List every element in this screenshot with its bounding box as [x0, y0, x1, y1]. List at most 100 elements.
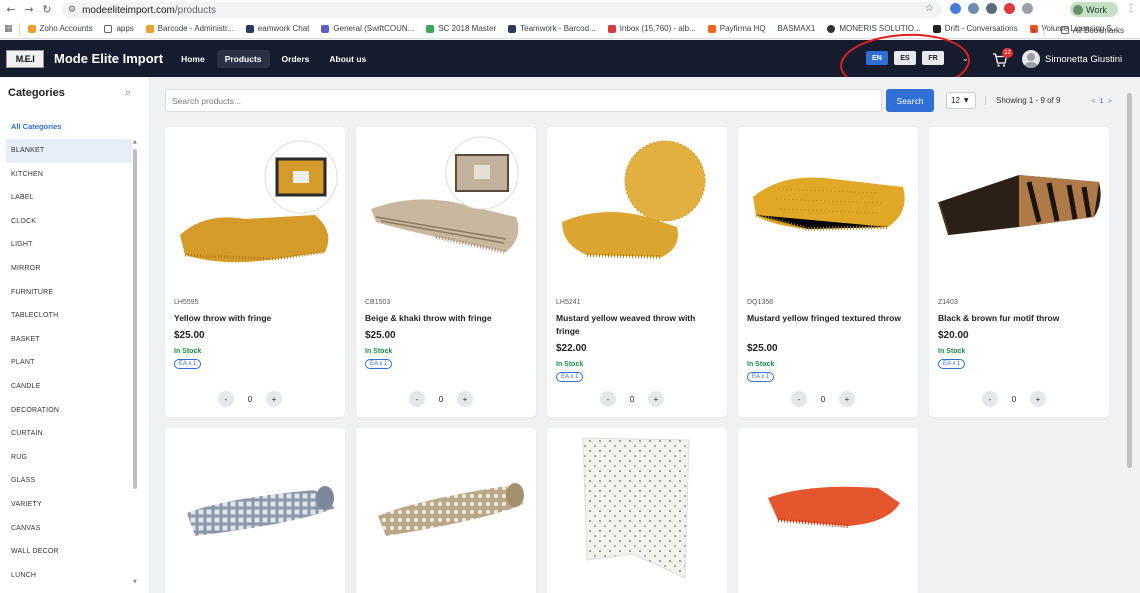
bookmark-item[interactable]: MONERIS SOLUTIO... [827, 24, 921, 33]
category-item-label[interactable]: LABEL [6, 186, 132, 210]
product-name[interactable]: Yellow throw with fringe [174, 312, 336, 325]
search-button[interactable]: Search [886, 89, 934, 112]
scroll-thumb[interactable] [133, 149, 137, 489]
scroll-up-icon[interactable]: ▲ [133, 139, 137, 145]
extension-icon[interactable] [1022, 3, 1033, 14]
address-bar[interactable]: ⚙ modeeliteimport.com/products ☆ [62, 2, 942, 18]
extension-icon[interactable] [1004, 3, 1015, 14]
decrement-button[interactable]: - [982, 391, 998, 407]
extension-icon[interactable] [968, 3, 979, 14]
extension-icon[interactable] [986, 3, 997, 14]
bookmark-item[interactable]: Zoho Accounts [27, 24, 92, 33]
category-item-basket[interactable]: BASKET [6, 328, 132, 352]
product-image[interactable] [356, 127, 536, 287]
main-scrollbar[interactable] [1127, 83, 1133, 589]
product-image[interactable] [356, 428, 536, 588]
category-item-glass[interactable]: GLASS [6, 469, 132, 493]
decrement-button[interactable]: - [600, 391, 616, 407]
product-card[interactable]: Z1403 Black & brown fur motif throw $20.… [929, 127, 1109, 417]
bookmark-star-icon[interactable]: ☆ [925, 3, 934, 14]
category-item-decoration[interactable]: DECORATION [6, 399, 132, 423]
category-item-tablecloth[interactable]: TABLECLOTH [6, 304, 132, 328]
bookmark-item[interactable]: Barcode - Administr... [145, 24, 234, 33]
prev-page-button[interactable]: < [1091, 96, 1095, 105]
bookmark-item[interactable]: Inbox (15,760) - alb... [607, 24, 696, 33]
lang-es-button[interactable]: ES [894, 51, 916, 65]
nav-about[interactable]: About us [321, 50, 374, 68]
product-image[interactable] [738, 127, 918, 287]
profile-button[interactable]: Work [1070, 2, 1118, 17]
per-page-select[interactable]: 12 ▼ [946, 92, 976, 109]
bookmark-item[interactable]: Drift - Conversations [932, 24, 1018, 33]
increment-button[interactable]: + [457, 391, 473, 407]
increment-button[interactable]: + [1030, 391, 1046, 407]
category-item-plant[interactable]: PLANT [6, 351, 132, 375]
increment-button[interactable]: + [839, 391, 855, 407]
product-card[interactable] [547, 428, 727, 593]
category-item-curtain[interactable]: CURTAIN [6, 422, 132, 446]
menu-kebab-icon[interactable]: ⋮ [1126, 3, 1136, 14]
lang-en-button[interactable]: EN [866, 51, 888, 65]
back-icon[interactable]: ← [4, 3, 18, 17]
product-name[interactable]: Beige & khaki throw with fringe [365, 312, 527, 325]
category-item-candle[interactable]: CANDLE [6, 375, 132, 399]
extension-icon[interactable] [950, 3, 961, 14]
decrement-button[interactable]: - [409, 391, 425, 407]
nav-orders[interactable]: Orders [274, 50, 318, 68]
increment-button[interactable]: + [648, 391, 664, 407]
bookmark-item[interactable]: SC 2018 Master [426, 24, 496, 33]
forward-icon[interactable]: → [22, 3, 36, 17]
nav-home[interactable]: Home [173, 50, 213, 68]
sidebar-scrollbar[interactable]: ▲ ▼ [133, 139, 138, 589]
bookmark-item[interactable]: General (SwiftCOUN... [321, 24, 414, 33]
bookmark-item[interactable]: BASMAX1 [778, 24, 816, 33]
product-card[interactable]: DQ1358 Mustard yellow fringed textured t… [738, 127, 918, 417]
category-item-variety[interactable]: VARIETY [6, 493, 132, 517]
bookmark-item[interactable]: apps [104, 24, 134, 33]
site-info-icon[interactable]: ⚙ [68, 5, 76, 15]
product-image[interactable] [165, 428, 345, 588]
lang-fr-button[interactable]: FR [922, 51, 944, 65]
product-card[interactable]: CB1503 Beige & khaki throw with fringe $… [356, 127, 536, 417]
scroll-thumb[interactable] [1127, 93, 1132, 468]
logo[interactable]: M.E.I [6, 49, 44, 68]
user-avatar[interactable] [1022, 50, 1040, 68]
bookmark-item[interactable]: eamwork Chat [245, 24, 309, 33]
category-item-mirror[interactable]: MIRROR [6, 257, 132, 281]
product-image[interactable] [929, 127, 1109, 287]
next-page-button[interactable]: > [1108, 96, 1112, 105]
category-item-blanket[interactable]: BLANKET [6, 139, 132, 163]
increment-button[interactable]: + [266, 391, 282, 407]
category-item-lunch[interactable]: LUNCH [6, 564, 132, 588]
product-image[interactable] [165, 127, 345, 287]
search-icon[interactable]: ⌕ [125, 86, 131, 100]
chevron-down-icon[interactable]: ⌄ [962, 54, 969, 63]
decrement-button[interactable]: - [218, 391, 234, 407]
product-name[interactable]: Mustard yellow weaved throw with fringe [556, 312, 718, 337]
product-card[interactable] [738, 428, 918, 593]
current-page[interactable]: 1 [1099, 96, 1103, 105]
category-item-furniture[interactable]: FURNITURE [6, 281, 132, 305]
brand-name[interactable]: Mode Elite Import [54, 51, 163, 66]
category-item-rug[interactable]: RUG [6, 446, 132, 470]
product-card[interactable]: LH5595 Yellow throw with fringe $25.00 I… [165, 127, 345, 417]
decrement-button[interactable]: - [791, 391, 807, 407]
quantity-value[interactable]: 0 [616, 395, 648, 404]
apps-grid-icon[interactable]: ▦ [4, 24, 13, 34]
more-bookmarks-button[interactable]: » [1031, 26, 1035, 35]
scroll-down-icon[interactable]: ▼ [133, 579, 137, 585]
product-card[interactable] [356, 428, 536, 593]
search-input[interactable] [165, 89, 882, 112]
product-card[interactable] [165, 428, 345, 593]
bookmark-item[interactable]: Teamwork - Barcod... [508, 24, 596, 33]
product-image[interactable] [738, 428, 918, 588]
quantity-value[interactable]: 0 [234, 395, 266, 404]
product-card[interactable]: LH5241 Mustard yellow weaved throw with … [547, 127, 727, 417]
category-item-clock[interactable]: CLOCK [6, 210, 132, 234]
category-item-wall-decor[interactable]: WALL DECOR [6, 540, 132, 564]
quantity-value[interactable]: 0 [998, 395, 1030, 404]
product-name[interactable]: Mustard yellow fringed textured throw [747, 312, 909, 325]
nav-products[interactable]: Products [216, 49, 270, 68]
reload-icon[interactable]: ↻ [40, 3, 54, 17]
category-item-kitchen[interactable]: KITCHEN [6, 163, 132, 187]
